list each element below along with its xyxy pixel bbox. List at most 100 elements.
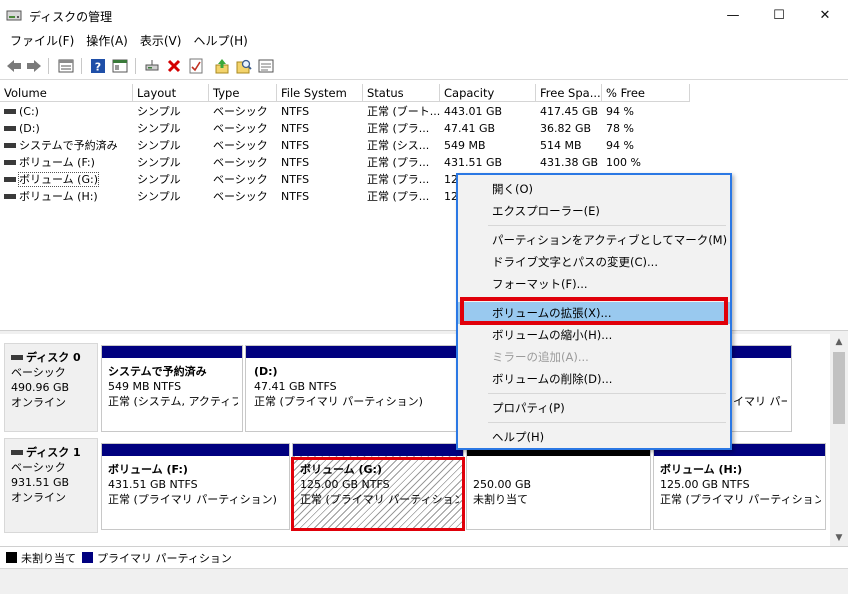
cell-layout: シンプル — [137, 122, 181, 135]
column-header-file-system[interactable]: File System — [277, 84, 363, 102]
maximize-button[interactable]: ☐ — [756, 0, 802, 30]
scroll-up-arrow-icon[interactable]: ▲ — [830, 334, 848, 350]
cell-status: 正常 (プラ... — [367, 156, 430, 169]
table-row[interactable]: (D:) シンプル ベーシック NTFS 正常 (プラ... 47.41 GB 36.82 … — [0, 120, 848, 137]
cell-type: ベーシック — [213, 105, 268, 118]
menu-bar: ファイル(F) 操作(A) 表示(V) ヘルプ(H) — [0, 30, 848, 52]
partition-status: イマリ パーテ — [733, 395, 787, 408]
cell-layout: シンプル — [137, 173, 181, 186]
disk-list-icon[interactable] — [57, 57, 75, 75]
partition-f[interactable]: ボリューム (F:) 431.51 GB NTFS 正常 (プライマリ パーティ… — [101, 443, 290, 530]
partition-status: 正常 (プライマリ パーティション) — [108, 493, 277, 506]
disk-size: 490.96 GB — [11, 381, 70, 394]
disk-name: ディスク 0 — [26, 351, 81, 364]
menu-separator — [488, 225, 726, 226]
cell-capacity: 443.01 GB — [444, 105, 503, 118]
menu-item-help[interactable]: ヘルプ(H) — [458, 426, 730, 448]
forward-icon[interactable] — [25, 57, 43, 75]
partition-system-reserved[interactable]: システムで予約済み 549 MB NTFS 正常 (システム, アクティブ, プ — [101, 345, 243, 432]
menu-separator — [488, 422, 726, 423]
partition-name: システムで予約済み — [108, 365, 207, 378]
cell-status: 正常 (プラ... — [367, 173, 430, 186]
partition-type-bar — [731, 346, 791, 358]
column-header-capacity[interactable]: Capacity — [440, 84, 536, 102]
drive-icon — [4, 142, 16, 148]
column-header-status[interactable]: Status — [363, 84, 440, 102]
toolbar-separator — [135, 58, 136, 74]
cell-free-space: 431.38 GB — [540, 156, 599, 169]
properties-icon[interactable] — [257, 57, 275, 75]
annotation-highlight-extend-volume — [460, 297, 728, 325]
menu-item-change-drive-letter[interactable]: ドライブ文字とパスの変更(C)... — [458, 251, 730, 273]
scrollbar-thumb[interactable] — [833, 352, 845, 424]
cell-status: 正常 (ブート... — [367, 105, 440, 118]
menu-item-format[interactable]: フォーマット(F)... — [458, 273, 730, 295]
checklist-icon[interactable] — [187, 57, 205, 75]
search-icon[interactable] — [235, 57, 253, 75]
partition-size: 125.00 GB NTFS — [660, 478, 750, 491]
window-title: ディスクの管理 — [29, 10, 113, 24]
cell-file-system: NTFS — [281, 139, 310, 152]
disk-1-label[interactable]: ディスク 1 ベーシック 931.51 GB オンライン — [4, 438, 98, 533]
column-header-percent-free[interactable]: % Free — [602, 84, 690, 102]
disk-0-label[interactable]: ディスク 0 ベーシック 490.96 GB オンライン — [4, 343, 98, 432]
cell-layout: シンプル — [137, 105, 181, 118]
delete-icon[interactable] — [165, 57, 183, 75]
menu-view[interactable]: 表示(V) — [134, 31, 188, 51]
disk-management-app-icon — [6, 10, 22, 21]
menu-item-open[interactable]: 開く(O) — [458, 178, 730, 200]
column-header-free-space[interactable]: Free Spa... — [536, 84, 602, 102]
menu-item-delete-volume[interactable]: ボリュームの削除(D)... — [458, 368, 730, 390]
cell-file-system: NTFS — [281, 156, 310, 169]
cell-type: ベーシック — [213, 122, 268, 135]
import-icon[interactable] — [213, 57, 231, 75]
disk-area-scrollbar[interactable]: ▲ ▼ — [830, 334, 848, 546]
partition-d[interactable]: (D:) 47.41 GB NTFS 正常 (プライマリ パーティション) — [245, 345, 457, 432]
legend: 未割り当て プライマリ パーティション — [0, 546, 848, 568]
cell-layout: シンプル — [137, 190, 181, 203]
partition-name — [473, 462, 646, 477]
scroll-down-arrow-icon[interactable]: ▼ — [830, 530, 848, 546]
drive-icon — [4, 108, 16, 114]
cell-volume: ボリューム (F:) — [0, 154, 133, 171]
menu-item-mark-active[interactable]: パーティションをアクティブとしてマーク(M) — [458, 229, 730, 251]
back-icon[interactable] — [5, 57, 23, 75]
table-row[interactable]: システムで予約済み シンプル ベーシック NTFS 正常 (シス... 549 MB 514… — [0, 137, 848, 154]
menu-item-add-mirror[interactable]: ミラーの追加(A)... — [458, 346, 730, 368]
menu-item-explorer[interactable]: エクスプローラー(E) — [458, 200, 730, 222]
volume-name: ボリューム (H:) — [19, 190, 98, 203]
menu-action[interactable]: 操作(A) — [80, 31, 134, 51]
partition-type-bar — [293, 444, 463, 456]
table-row[interactable]: (C:) シンプル ベーシック NTFS 正常 (ブート... 443.01 GB 417.… — [0, 103, 848, 120]
column-header-layout[interactable]: Layout — [133, 84, 209, 102]
table-row[interactable]: ボリューム (F:) シンプル ベーシック NTFS 正常 (プラ... 431.51 G… — [0, 154, 848, 171]
connect-icon[interactable] — [143, 57, 161, 75]
console-icon[interactable] — [111, 57, 129, 75]
partition-size: 431.51 GB NTFS — [108, 478, 198, 491]
help-icon[interactable]: ? — [89, 57, 107, 75]
cell-percent-free: 94 % — [606, 105, 634, 118]
annotation-highlight-partition-g — [291, 457, 465, 531]
disk-icon — [11, 354, 23, 360]
partition-h[interactable]: ボリューム (H:) 125.00 GB NTFS 正常 (プライマリ パーティ… — [653, 443, 826, 530]
partition-c[interactable]: イマリ パーテ — [730, 345, 792, 432]
disk-icon — [11, 449, 23, 455]
cell-file-system: NTFS — [281, 173, 310, 186]
close-button[interactable]: ✕ — [802, 0, 848, 30]
partition-type-bar — [102, 444, 289, 456]
menu-item-properties[interactable]: プロパティ(P) — [458, 397, 730, 419]
menu-item-shrink-volume[interactable]: ボリュームの縮小(H)... — [458, 324, 730, 346]
menu-help[interactable]: ヘルプ(H) — [187, 31, 253, 51]
partition-unallocated[interactable]: 250.00 GB 未割り当て — [466, 443, 651, 530]
column-header-type[interactable]: Type — [209, 84, 277, 102]
status-bar — [0, 568, 848, 594]
minimize-button[interactable]: — — [710, 0, 756, 30]
cell-capacity: 549 MB — [444, 139, 486, 152]
cell-type: ベーシック — [213, 173, 268, 186]
title-bar: ディスクの管理 — ☐ ✕ — [0, 0, 848, 30]
cell-layout: シンプル — [137, 139, 181, 152]
partition-type-bar — [102, 346, 242, 358]
cell-free-space: 514 MB — [540, 139, 582, 152]
column-header-volume[interactable]: Volume — [0, 84, 133, 102]
menu-file[interactable]: ファイル(F) — [4, 31, 80, 51]
